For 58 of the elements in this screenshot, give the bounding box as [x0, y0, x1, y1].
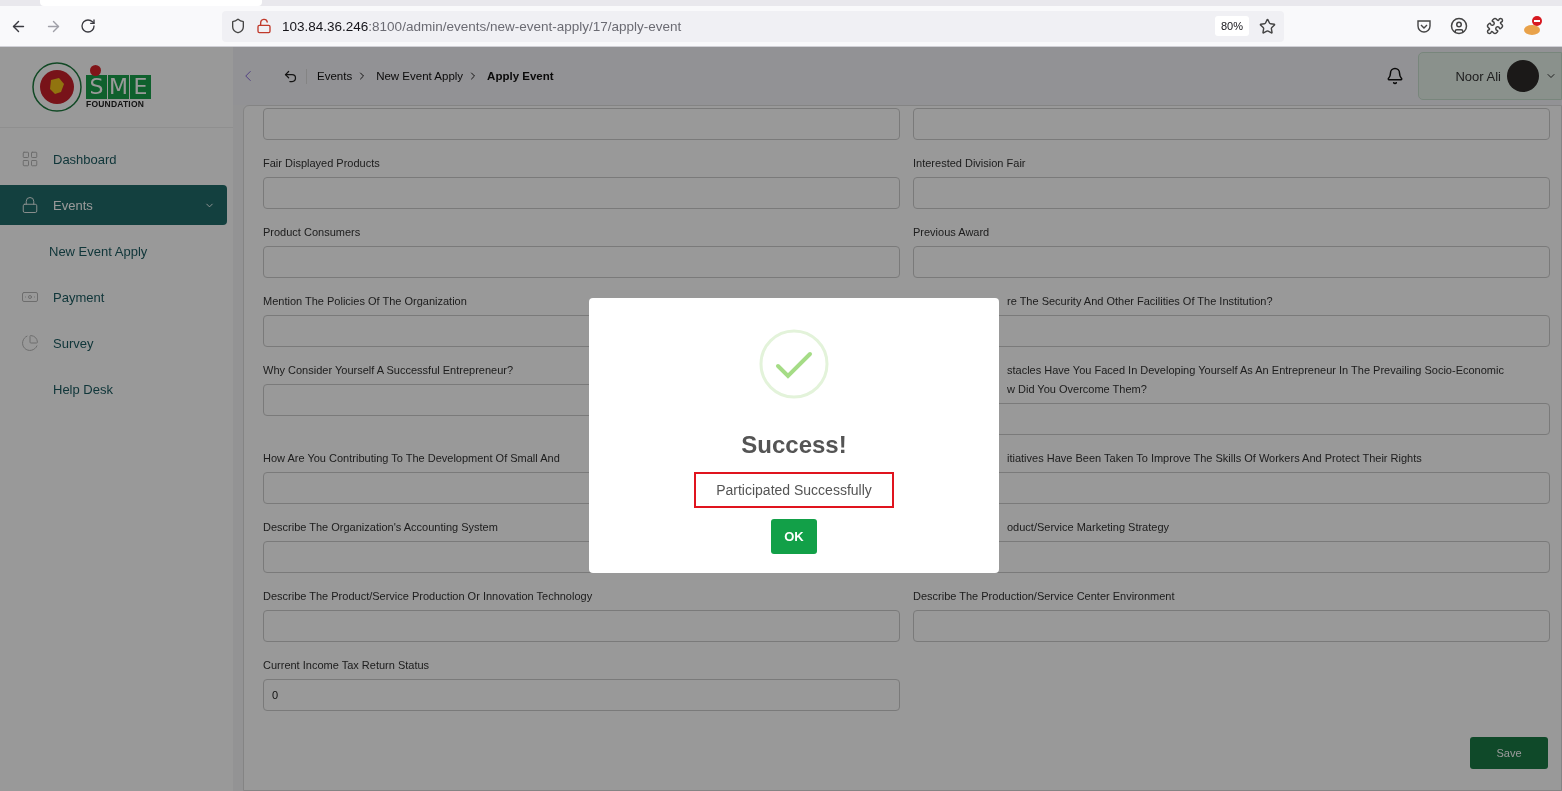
logo-subtitle: FOUNDATION — [86, 99, 146, 109]
zoom-badge[interactable]: 80% — [1214, 16, 1249, 36]
checkmark-icon — [759, 329, 829, 399]
avatar — [1507, 60, 1539, 92]
star-icon[interactable] — [1259, 17, 1276, 35]
dialog-message: Participated Successfully — [694, 472, 894, 508]
field-label: Previous Award — [913, 225, 990, 240]
breadcrumb-item: Apply Event — [487, 70, 554, 82]
field-label: Describe The Organization's Accounting System — [263, 520, 498, 535]
breadcrumb-item[interactable]: Events — [317, 70, 353, 82]
sidebar-subitem[interactable]: New Event Apply — [0, 231, 227, 271]
field-label: Why Consider Yourself A Successful Entrepreneur? — [263, 363, 514, 378]
input-field[interactable] — [263, 246, 900, 278]
address-bar[interactable]: 103.84.36.246:8100/admin/events/new-event-apply/17/apply-event 80% — [222, 10, 1284, 42]
field-label: Product Consumers — [263, 225, 361, 240]
sidebar-item[interactable]: Survey — [0, 323, 227, 363]
seal-logo — [32, 62, 82, 112]
field-label: How Are You Contributing To The Development Of Small And — [263, 451, 560, 466]
field-label: Interested Division Fair — [913, 156, 1026, 171]
insecure-lock-icon — [256, 18, 272, 34]
sidebar-item[interactable]: Dashboard — [0, 139, 227, 179]
input-field[interactable]: 0 — [263, 679, 900, 711]
input-field[interactable] — [263, 108, 900, 140]
pie-chart-icon — [21, 334, 39, 352]
pocket-icon[interactable] — [1416, 18, 1432, 34]
field-label: re The Security And Other Facilities Of The Institution? — [1007, 294, 1273, 309]
grid-icon — [21, 150, 39, 168]
puzzle-icon[interactable] — [1486, 17, 1504, 35]
input-field[interactable] — [913, 108, 1550, 140]
input-field[interactable] — [913, 246, 1550, 278]
reload-icon[interactable] — [80, 18, 96, 34]
dialog-title: Success! — [741, 431, 847, 459]
input-field[interactable] — [263, 610, 900, 642]
extension-icon[interactable] — [1522, 15, 1544, 37]
field-label: Fair Displayed Products — [263, 156, 380, 171]
bell-icon[interactable] — [1386, 67, 1404, 85]
sidebar-item[interactable]: Events — [0, 185, 227, 225]
field-label: stacles Have You Faced In Developing Yourself As An Entrepreneur In The Prevailing Socio-Economic w Did You Overcome Them? — [1007, 363, 1504, 397]
sidebar-item[interactable]: Help Desk — [0, 369, 227, 409]
field-label: oduct/Service Marketing Strategy — [1007, 520, 1170, 535]
input-field[interactable] — [913, 610, 1550, 642]
sidebar-item[interactable]: Payment — [0, 277, 227, 317]
save-button[interactable]: Save — [1470, 737, 1548, 769]
field-label: Describe The Product/Service Production Or Innovation Technology — [263, 589, 593, 604]
lock-icon — [21, 196, 39, 214]
input-field[interactable] — [913, 177, 1550, 209]
field-label: Mention The Policies Of The Organization — [263, 294, 467, 309]
url-text: 103.84.36.246:8100/admin/events/new-event-apply/17/apply-event — [282, 18, 683, 34]
user-menu[interactable]: Noor Ali — [1418, 52, 1562, 100]
ok-button[interactable]: OK — [771, 519, 817, 554]
shield-icon — [230, 18, 246, 34]
field-label: Describe The Production/Service Center Environment — [913, 589, 1175, 604]
input-field[interactable] — [263, 177, 900, 209]
field-label: Current Income Tax Return Status — [263, 658, 430, 673]
undo-icon[interactable] — [283, 68, 298, 84]
breadcrumb-item[interactable]: New Event Apply — [376, 70, 464, 82]
account-icon[interactable] — [1450, 17, 1468, 35]
field-label: itiatives Have Been Taken To Improve The Skills Of Workers And Protect Their Rights — [1007, 451, 1422, 466]
